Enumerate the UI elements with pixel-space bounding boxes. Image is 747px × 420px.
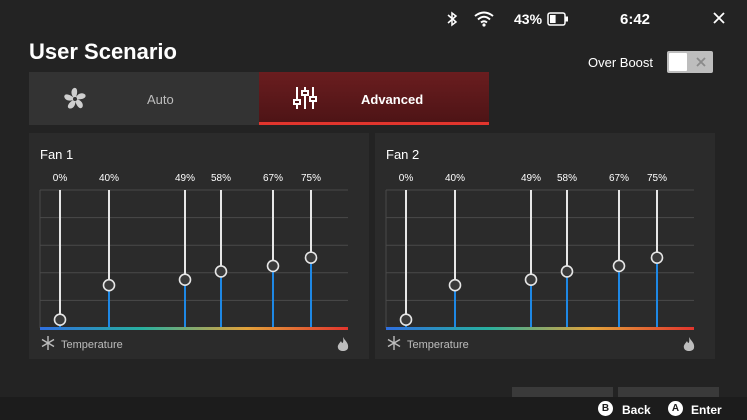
temperature-label: Temperature: [407, 339, 469, 351]
slider-knob[interactable]: [178, 273, 192, 286]
fan-curve-graph[interactable]: 0% 40% 49% 58% 67% 75%: [29, 133, 369, 359]
slider-knob[interactable]: [399, 313, 413, 327]
back-label[interactable]: Back: [622, 403, 651, 417]
point-label: 67%: [609, 173, 629, 184]
over-boost-label: Over Boost: [588, 55, 654, 70]
slider-knob[interactable]: [612, 259, 626, 273]
over-boost-toggle[interactable]: [667, 51, 713, 73]
fan-curve-graph[interactable]: 0% 40% 49% 58% 67% 75%: [375, 133, 715, 359]
slider-knob[interactable]: [304, 251, 318, 264]
slider-knob[interactable]: [102, 278, 116, 292]
sliders-icon: [293, 87, 317, 109]
temperature-gradient-bar: [386, 327, 694, 330]
tab-auto-label: Auto: [147, 92, 174, 107]
point-label: 75%: [301, 173, 321, 184]
bluetooth-icon: [447, 11, 458, 27]
footer-button-right[interactable]: [618, 387, 719, 397]
fan-2-panel: Fan 2 0% 40% 49% 58% 67% 75% Temperature: [375, 133, 715, 359]
flame-icon: [683, 337, 695, 351]
enter-label[interactable]: Enter: [691, 403, 722, 417]
a-button-icon[interactable]: A: [668, 401, 683, 416]
fan-1-panel: Fan 1 0% 40% 49% 58% 67% 75% Temperature: [29, 133, 369, 359]
slider-knob[interactable]: [214, 265, 228, 278]
point-label: 40%: [99, 173, 119, 184]
point-label: 67%: [263, 173, 283, 184]
point-label: 0%: [399, 173, 414, 184]
slider-knob[interactable]: [266, 259, 280, 273]
point-label: 49%: [521, 173, 541, 184]
slider-knob[interactable]: [650, 251, 664, 264]
temperature-gradient-bar: [40, 327, 348, 330]
snowflake-icon: [387, 336, 401, 350]
point-label: 0%: [53, 173, 68, 184]
point-label: 75%: [647, 173, 667, 184]
battery-icon: [547, 12, 568, 26]
point-label: 40%: [445, 173, 465, 184]
point-label: 58%: [211, 173, 231, 184]
battery-percent: 43%: [514, 11, 543, 27]
snowflake-icon: [41, 336, 55, 350]
point-label: 58%: [557, 173, 577, 184]
slider-knob[interactable]: [448, 278, 462, 292]
toggle-knob: [669, 53, 687, 71]
fan-icon: [64, 87, 86, 109]
point-label: 49%: [175, 173, 195, 184]
slider-knob[interactable]: [560, 265, 574, 278]
wifi-icon: [474, 11, 494, 27]
slider-knob[interactable]: [53, 313, 67, 327]
b-button-icon[interactable]: B: [598, 401, 613, 416]
flame-icon: [337, 337, 349, 351]
tab-auto[interactable]: Auto: [29, 72, 259, 125]
clock: 6:42: [620, 11, 651, 28]
close-icon[interactable]: [712, 11, 726, 25]
tab-advanced-label: Advanced: [361, 92, 424, 107]
footer-button-left[interactable]: [512, 387, 613, 397]
footer-bar: B Back A Enter: [0, 397, 747, 420]
slider-knob[interactable]: [524, 273, 538, 286]
toggle-off-icon: [696, 57, 706, 67]
status-bar: 43% 6:42: [0, 0, 747, 38]
tab-advanced[interactable]: Advanced: [259, 72, 489, 125]
temperature-label: Temperature: [61, 339, 123, 351]
page-title: User Scenario: [29, 39, 177, 64]
